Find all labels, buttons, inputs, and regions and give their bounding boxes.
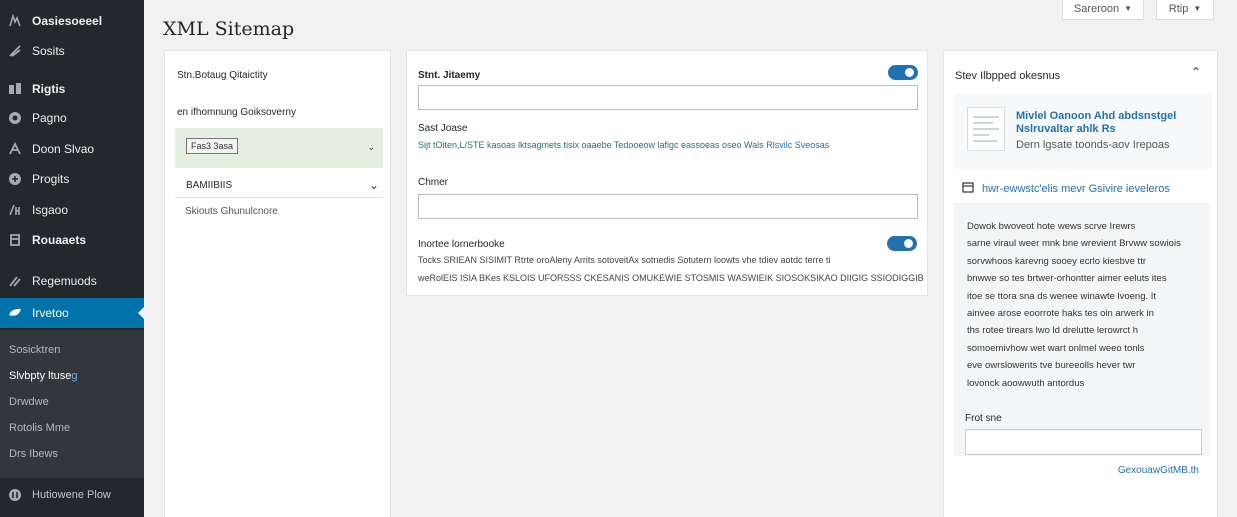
- right-panel-heading: Stev Ilbpped okesnus: [955, 70, 1061, 82]
- document-icon: [962, 182, 974, 196]
- submenu-item-writing[interactable]: Drwdwe: [9, 396, 49, 408]
- sitemap-enable-toggle[interactable]: [888, 65, 918, 80]
- info-line: ainvee arose eoorrote haks tes oin arwer…: [967, 308, 1154, 320]
- menu-item-comments[interactable]: Doon Slvao: [0, 134, 144, 164]
- menu-item-label: Hutiowene Plow: [32, 489, 111, 501]
- plugins-icon: [7, 202, 23, 218]
- section2-label: Sast Joase: [418, 123, 468, 134]
- menu-item-appearance[interactable]: Progits: [0, 164, 144, 194]
- menu-item-label: Irvetoo: [32, 306, 69, 320]
- settings-main-panel: Stnt. Jitaemy Sast Joase Sijt tOiten,L/S…: [406, 50, 928, 296]
- chevron-down-icon: ⌄: [367, 142, 375, 152]
- left-panel-heading: Stn.Botaug Qitaictity: [177, 70, 268, 81]
- submenu-item-accent: g: [71, 370, 78, 382]
- dropdown-row[interactable]: BAMIIBIIS ⌄: [175, 175, 383, 197]
- submenu-item-current[interactable]: Slvbpty ltuseg: [9, 370, 78, 382]
- menu-item-label: Sosits: [32, 44, 65, 58]
- settings-left-panel: Stn.Botaug Qitaictity en ifhomnung Goiks…: [164, 50, 391, 517]
- info-line: sorvwhoos karevng sooey ecrlo kiesbve tt…: [967, 255, 1146, 267]
- divider: [175, 197, 383, 198]
- users-icon: [7, 232, 23, 248]
- caret-down-icon: ▼: [1193, 4, 1202, 13]
- info-line: lovonck aoowwuth antordus: [967, 377, 1085, 389]
- submenu-item-general[interactable]: Sosicktren: [9, 344, 60, 356]
- post-type-selector[interactable]: Fas3 3asa ⌄: [175, 128, 383, 168]
- selected-chip[interactable]: Fas3 3asa: [186, 138, 239, 154]
- option-description-line1: Tocks SRIEAN SISIMIT Rtrte oroAleny Arri…: [418, 255, 831, 265]
- promo-card[interactable]: Mivlel Oanoon Ahd abdsnstgel Nslruvaltar…: [954, 93, 1212, 169]
- page-title: XML Sitemap: [163, 18, 295, 40]
- info-line: itoe se ttora sna ds wenee winawte lvoen…: [967, 290, 1157, 302]
- info-line: somoemivhow wet wart onlmel weeo tonls: [967, 342, 1145, 354]
- promo-title[interactable]: Mivlel Oanoon Ahd abdsnstgel Nslruvaltar…: [1016, 110, 1204, 136]
- menu-item-pages[interactable]: Pagno: [0, 103, 144, 133]
- screen-options-button[interactable]: Sareroon ▼: [1062, 0, 1144, 20]
- info-box: Dowok bwoveot hote wews scrve Irewrs sar…: [954, 203, 1210, 456]
- menu-item-settings[interactable]: Irvetoo: [0, 298, 145, 328]
- left-panel-subheading: en ifhomnung Goiksoverny: [177, 107, 296, 118]
- info-input-label: Frot sne: [965, 413, 1002, 424]
- section2-description: Sijt tOiten,L/STE kasoas lktsagmets tisi…: [418, 140, 829, 150]
- dropdown-label: BAMIIBIIS: [186, 180, 233, 191]
- section2-link[interactable]: Rlsvilc Sveosas: [766, 140, 829, 150]
- posts-icon: [7, 43, 23, 59]
- menu-item-label: Pagno: [32, 111, 67, 125]
- appearance-icon: [7, 171, 23, 187]
- chevron-down-icon: ⌄: [368, 178, 379, 192]
- info-line: ths rotee tirears lwo ld drelutte lerowr…: [967, 325, 1139, 337]
- collapse-icon: [7, 487, 23, 503]
- field1-label: Stnt. Jitaemy: [418, 70, 481, 81]
- info-line: bnwwe so tes brtwer-orhontter aimer eelu…: [967, 273, 1167, 285]
- submenu-item-label: Slvbpty ltuse: [9, 370, 72, 382]
- media-icon: [7, 81, 23, 97]
- footer-link[interactable]: GexouawGitMB.th: [1118, 465, 1199, 476]
- settings-submenu: Sosicktren Slvbpty ltuseg Drwdwe Rotolis…: [0, 330, 144, 478]
- info-line: sarne viraul weer mnk bne wrevient Brvww…: [967, 238, 1181, 250]
- pages-icon: [7, 110, 23, 126]
- info-input[interactable]: [965, 429, 1202, 455]
- menu-item-label: Oasiesoeeel: [32, 14, 103, 28]
- menu-item-media[interactable]: Rigtis: [0, 74, 144, 104]
- settings-icon: [7, 305, 23, 321]
- field1-input[interactable]: [418, 85, 918, 110]
- documentation-link[interactable]: hwr-ewwstc'elis mevr Gsivire ieveleros: [962, 182, 1170, 196]
- menu-item-label: Isgaoo: [32, 203, 69, 217]
- chevron-up-icon[interactable]: ⌃: [1191, 65, 1201, 79]
- submenu-item-reading[interactable]: Rotolis Mme: [9, 422, 70, 434]
- promo-subtitle: Dern lgsate toonds-aov Irepoas: [1016, 139, 1170, 151]
- help-label: Rtip: [1168, 2, 1189, 15]
- screen-options-label: Sareroon: [1073, 2, 1120, 15]
- menu-item-posts[interactable]: Sosits: [0, 36, 144, 66]
- help-button[interactable]: Rtip ▼: [1156, 0, 1214, 20]
- menu-item-users[interactable]: Rouaaets: [0, 225, 144, 255]
- section2-desc-text: Sijt tOiten,L/STE kasoas lktsagmets tisi…: [418, 140, 764, 150]
- menu-item-label: Rouaaets: [32, 233, 87, 247]
- field2-input[interactable]: [418, 194, 918, 219]
- admin-sidebar: Oasiesoeeel Sosits Rigtis Pagno Doon Slv…: [0, 0, 145, 517]
- document-thumbnail-icon: [967, 107, 1005, 151]
- menu-item-label: Doon Slvao: [32, 142, 95, 156]
- option-label: Inortee lornerbooke: [418, 239, 505, 250]
- field2-label: Chmer: [418, 177, 449, 188]
- caret-down-icon: ▼: [1124, 4, 1133, 13]
- dashboard-icon: [7, 13, 23, 29]
- submenu-item-discussion[interactable]: Drs Ibews: [9, 448, 58, 460]
- option-description-line2: weRolEIS ISIA BKes KSLOIS UFORSSS CKESAN…: [418, 273, 924, 283]
- documentation-link-label: hwr-ewwstc'elis mevr Gsivire ieveleros: [982, 183, 1170, 195]
- info-line: eve owrslowents tve bureeolls hever twr: [967, 360, 1136, 372]
- menu-item-label: Rigtis: [32, 82, 66, 96]
- collapse-menu-button[interactable]: Hutiowene Plow: [0, 480, 144, 510]
- menu-item-tools[interactable]: Regemuods: [0, 266, 144, 296]
- info-line: Dowok bwoveot hote wews scrve Irewrs: [967, 221, 1136, 232]
- comments-icon: [7, 141, 23, 157]
- menu-item-label: Regemuods: [32, 274, 97, 288]
- help-sidebar-panel: Stev Ilbpped okesnus ⌃ Mivlel Oanoon Ahd…: [943, 50, 1218, 517]
- option-toggle[interactable]: [887, 236, 917, 251]
- info-text: Dowok bwoveot hote wews scrve Irewrs sar…: [967, 218, 1199, 392]
- tools-icon: [7, 273, 23, 289]
- left-panel-note: Skiouts Ghunulcnore: [185, 206, 278, 217]
- menu-item-plugins[interactable]: Isgaoo: [0, 195, 144, 225]
- menu-item-dashboard[interactable]: Oasiesoeeel: [0, 6, 144, 36]
- menu-item-label: Progits: [32, 172, 70, 186]
